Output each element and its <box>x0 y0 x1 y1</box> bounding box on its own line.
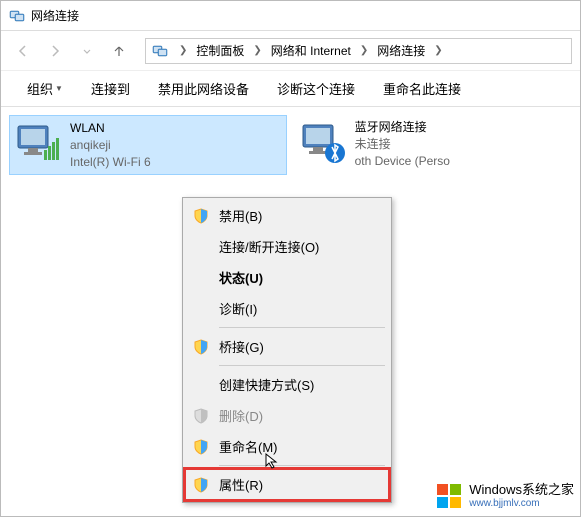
menu-delete: 删除(D) <box>185 400 389 431</box>
shield-icon <box>193 408 209 424</box>
menu-label: 诊断(I) <box>219 299 257 318</box>
connection-adapter: Intel(R) Wi-Fi 6 <box>70 154 151 171</box>
connection-ssid: anqikeji <box>70 137 151 154</box>
windows-logo-icon <box>435 482 463 510</box>
menu-separator <box>219 465 385 466</box>
nav-recent-dropdown[interactable] <box>73 37 101 65</box>
menu-properties[interactable]: 属性(R) <box>185 469 389 500</box>
menu-separator <box>219 365 385 366</box>
chevron-down-icon: ▼ <box>55 84 63 93</box>
disable-device-button[interactable]: 禁用此网络设备 <box>148 75 259 102</box>
shield-icon <box>193 477 209 493</box>
network-connections-icon <box>9 8 25 24</box>
shield-icon <box>193 208 209 224</box>
breadcrumb-item[interactable]: 控制面板 <box>194 40 246 61</box>
menu-label: 属性(R) <box>219 475 263 494</box>
chevron-right-icon: ❯ <box>357 45 371 56</box>
toolbar: 组织 ▼ 连接到 禁用此网络设备 诊断这个连接 重命名此连接 <box>1 71 580 107</box>
cursor-icon <box>264 452 282 470</box>
shield-icon <box>193 339 209 355</box>
connection-status: 未连接 <box>355 136 450 153</box>
toolbar-label: 组织 <box>27 79 53 98</box>
connections-view: WLAN anqikeji Intel(R) Wi-Fi 6 蓝牙网络连接 未连… <box>1 107 580 183</box>
menu-create-shortcut[interactable]: 创建快捷方式(S) <box>185 369 389 400</box>
connection-name: 蓝牙网络连接 <box>355 119 450 136</box>
menu-label: 禁用(B) <box>219 206 262 225</box>
connection-labels: 蓝牙网络连接 未连接 oth Device (Perso <box>355 119 450 169</box>
menu-connect-disconnect[interactable]: 连接/断开连接(O) <box>185 231 389 262</box>
menu-label: 删除(D) <box>219 406 263 425</box>
menu-separator <box>219 327 385 328</box>
chevron-right-icon: ❯ <box>250 45 264 56</box>
wifi-adapter-icon <box>14 120 62 168</box>
breadcrumb-item[interactable]: 网络连接 <box>375 40 427 61</box>
connection-labels: WLAN anqikeji Intel(R) Wi-Fi 6 <box>70 120 151 170</box>
menu-diagnose[interactable]: 诊断(I) <box>185 293 389 324</box>
rename-button[interactable]: 重命名此连接 <box>373 75 471 102</box>
network-connections-icon <box>152 43 168 59</box>
menu-label: 桥接(G) <box>219 337 264 356</box>
nav-up-button[interactable] <box>105 37 133 65</box>
context-menu: 禁用(B) 连接/断开连接(O) 状态(U) 诊断(I) 桥接(G) 创建快捷方… <box>182 197 392 503</box>
watermark: Windows系统之家 www.bjjmlv.com <box>435 482 574 510</box>
window-titlebar: 网络连接 <box>1 1 580 31</box>
chevron-right-icon: ❯ <box>176 45 190 56</box>
bluetooth-adapter-icon <box>299 119 347 167</box>
connection-name: WLAN <box>70 120 151 137</box>
watermark-url: www.bjjmlv.com <box>469 498 574 509</box>
connection-adapter: oth Device (Perso <box>355 153 450 170</box>
organize-menu[interactable]: 组织 ▼ <box>17 75 73 102</box>
window-title: 网络连接 <box>31 7 79 24</box>
nav-back-button[interactable] <box>9 37 37 65</box>
diagnose-button[interactable]: 诊断这个连接 <box>267 75 365 102</box>
menu-label: 创建快捷方式(S) <box>219 375 314 394</box>
chevron-right-icon: ❯ <box>431 45 445 56</box>
menu-bridge[interactable]: 桥接(G) <box>185 331 389 362</box>
connection-item-wlan[interactable]: WLAN anqikeji Intel(R) Wi-Fi 6 <box>9 115 287 175</box>
menu-status[interactable]: 状态(U) <box>185 262 389 293</box>
connection-item-bluetooth[interactable]: 蓝牙网络连接 未连接 oth Device (Perso <box>295 115 572 175</box>
breadcrumb[interactable]: ❯ 控制面板 ❯ 网络和 Internet ❯ 网络连接 ❯ <box>145 38 572 64</box>
menu-disable[interactable]: 禁用(B) <box>185 200 389 231</box>
address-bar: ❯ 控制面板 ❯ 网络和 Internet ❯ 网络连接 ❯ <box>1 31 580 71</box>
menu-rename[interactable]: 重命名(M) <box>185 431 389 462</box>
menu-label: 状态(U) <box>219 268 263 287</box>
breadcrumb-item[interactable]: 网络和 Internet <box>269 40 353 61</box>
nav-forward-button[interactable] <box>41 37 69 65</box>
shield-icon <box>193 439 209 455</box>
watermark-title: Windows系统之家 <box>469 483 574 497</box>
menu-label: 连接/断开连接(O) <box>219 237 319 256</box>
connect-to-button[interactable]: 连接到 <box>81 75 140 102</box>
